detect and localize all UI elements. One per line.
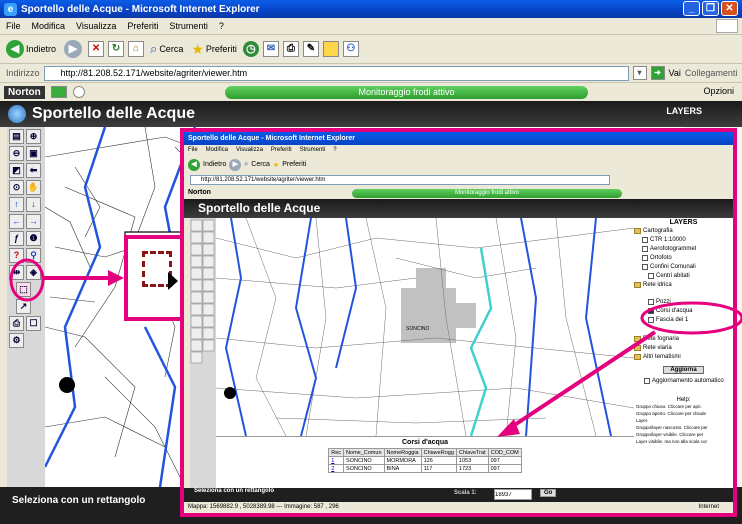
table-arrow-line bbox=[508, 330, 657, 430]
tool-highlight-circle bbox=[9, 258, 45, 302]
annotation-overlay bbox=[9, 258, 742, 437]
layer-highlight-ellipse bbox=[640, 301, 742, 335]
callout-arrow-head bbox=[108, 270, 124, 286]
